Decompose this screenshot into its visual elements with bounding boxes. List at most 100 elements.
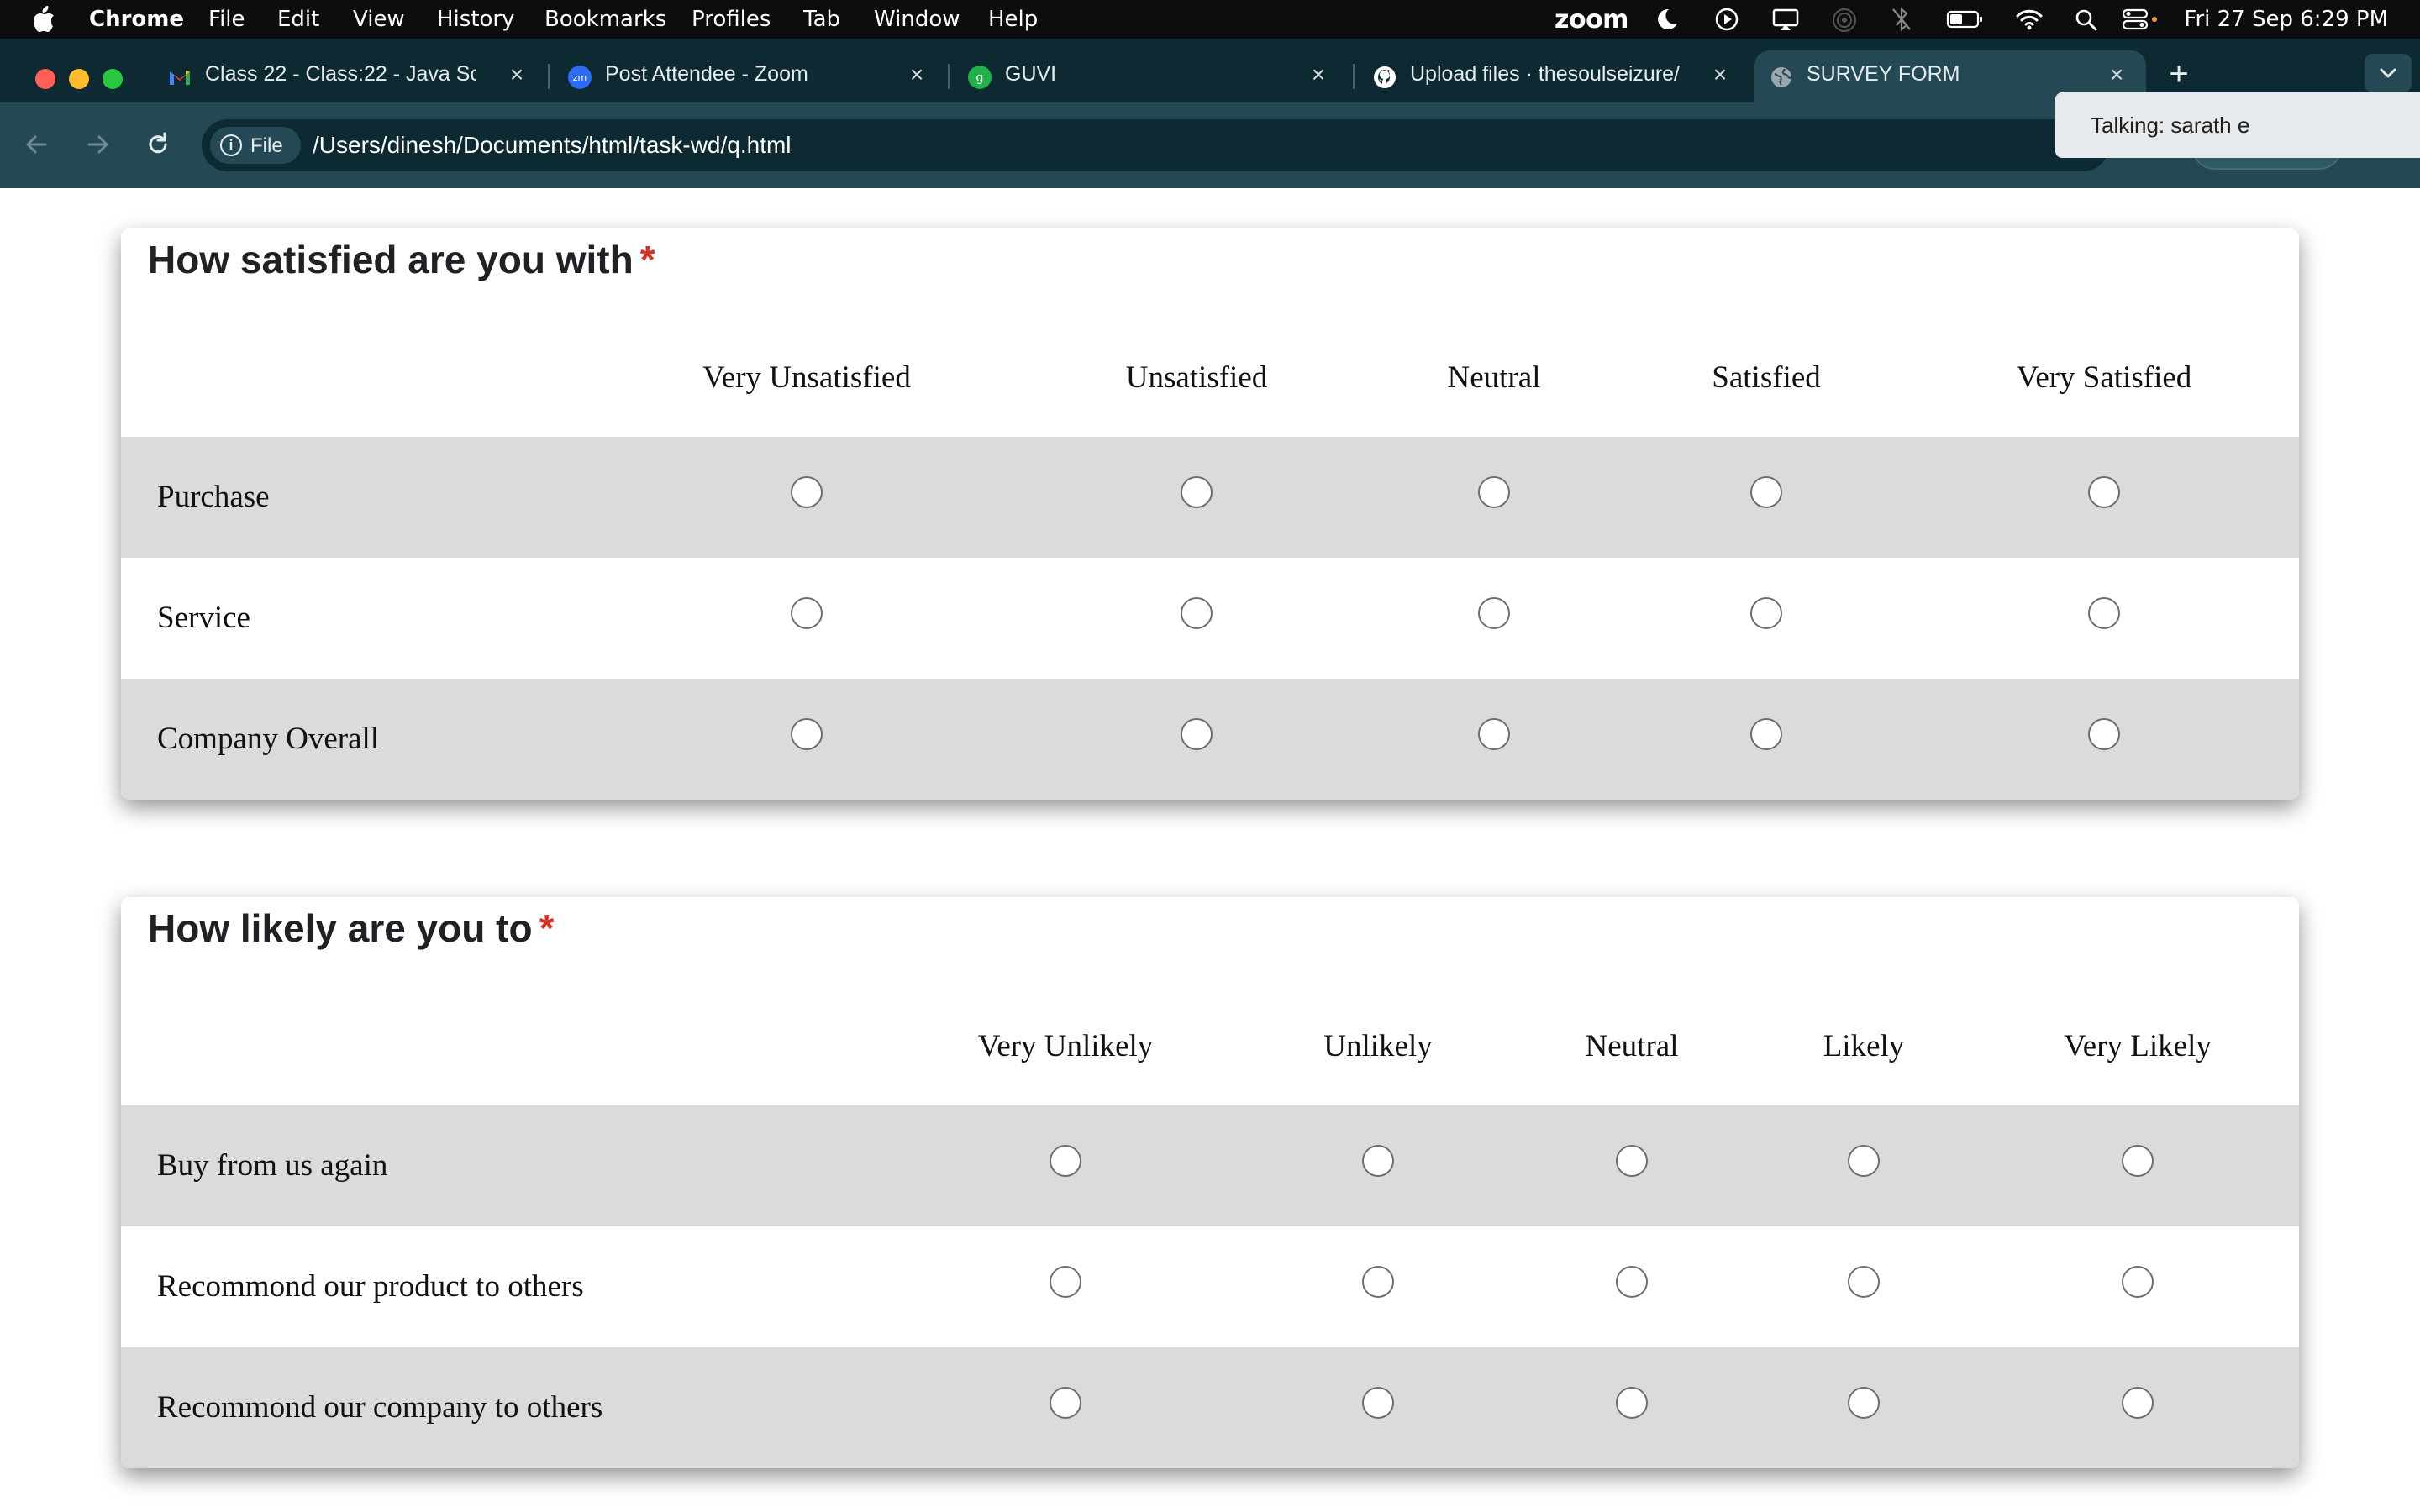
- play-circle-icon[interactable]: [1712, 7, 1741, 32]
- row-label: Buy from us again: [157, 1148, 388, 1183]
- menu-tab[interactable]: Tab: [803, 7, 840, 32]
- airdrop-icon[interactable]: [1830, 7, 1859, 32]
- control-center-icon[interactable]: [2121, 7, 2160, 32]
- tab-close-icon[interactable]: ×: [1709, 63, 1731, 87]
- radio-buy-again-neutral[interactable]: [1616, 1145, 1648, 1177]
- window-zoom-button[interactable]: [103, 69, 123, 89]
- tab-close-icon[interactable]: ×: [506, 63, 528, 87]
- menu-window[interactable]: Window: [874, 7, 960, 32]
- tab-close-icon[interactable]: ×: [1307, 63, 1329, 87]
- radio-company-overall-very-satisfied[interactable]: [2088, 718, 2120, 750]
- globe-icon: [1771, 67, 1791, 87]
- talking-label: Talking: sarath e: [2091, 113, 2250, 138]
- radio-service-satisfied[interactable]: [1750, 597, 1782, 629]
- tab-close-icon[interactable]: ×: [2106, 63, 2128, 87]
- radio-buy-again-unlikely[interactable]: [1362, 1145, 1394, 1177]
- tab-zoom-post-attendee[interactable]: zm Post Attendee - Zoom ×: [553, 50, 950, 102]
- tab-separator: [548, 64, 550, 89]
- likelihood-question-card: How likely are you to * Very Unlikely Unl…: [121, 897, 2299, 1468]
- back-arrow-icon[interactable]: [20, 128, 54, 161]
- spotlight-search-icon[interactable]: [2072, 7, 2101, 32]
- screen-mirroring-icon[interactable]: [1771, 7, 1800, 32]
- row-label: Service: [157, 601, 250, 635]
- radio-buy-again-likely[interactable]: [1848, 1145, 1880, 1177]
- radio-recommend-product-unlikely[interactable]: [1362, 1266, 1394, 1298]
- radio-company-overall-satisfied[interactable]: [1750, 718, 1782, 750]
- menu-history[interactable]: History: [437, 7, 515, 32]
- satisfaction-question-card: How satisfied are you with * Very Unsatis…: [121, 228, 2299, 800]
- radio-buy-again-very-likely[interactable]: [2122, 1145, 2154, 1177]
- column-header-very-satisfied: Very Satisfied: [2016, 360, 2192, 395]
- radio-company-overall-unsatisfied[interactable]: [1181, 718, 1213, 750]
- radio-purchase-unsatisfied[interactable]: [1181, 476, 1213, 508]
- forward-arrow-icon[interactable]: [81, 128, 114, 161]
- tab-close-icon[interactable]: ×: [906, 63, 928, 87]
- radio-service-unsatisfied[interactable]: [1181, 597, 1213, 629]
- menu-app-name[interactable]: Chrome: [89, 7, 184, 32]
- radio-purchase-very-satisfied[interactable]: [2088, 476, 2120, 508]
- radio-recommend-company-neutral[interactable]: [1616, 1387, 1648, 1419]
- tab-title: Upload files · thesoulseizure/: [1410, 62, 1680, 86]
- radio-buy-again-very-unlikely[interactable]: [1050, 1145, 1081, 1177]
- info-icon: i: [220, 134, 242, 156]
- wifi-icon[interactable]: [2015, 7, 2044, 32]
- radio-service-neutral[interactable]: [1478, 597, 1510, 629]
- radio-recommend-product-neutral[interactable]: [1616, 1266, 1648, 1298]
- menu-file[interactable]: File: [208, 7, 245, 32]
- column-header-unsatisfied: Unsatisfied: [1125, 360, 1268, 395]
- menu-bookmarks[interactable]: Bookmarks: [544, 7, 666, 32]
- row-label: Purchase: [157, 480, 270, 514]
- column-header-neutral: Neutral: [1585, 1029, 1679, 1063]
- radio-recommend-product-likely[interactable]: [1848, 1266, 1880, 1298]
- address-bar[interactable]: i File /Users/dinesh/Documents/html/task…: [202, 119, 2109, 171]
- radio-recommend-company-likely[interactable]: [1848, 1387, 1880, 1419]
- reload-icon[interactable]: [141, 128, 175, 161]
- menubar-clock[interactable]: Fri 27 Sep 6:29 PM: [2184, 7, 2388, 32]
- tab-title: Class 22 - Class:22 - Java Sc: [205, 62, 476, 86]
- radio-recommend-product-very-likely[interactable]: [2122, 1266, 2154, 1298]
- menu-edit[interactable]: Edit: [277, 7, 319, 32]
- radio-service-very-satisfied[interactable]: [2088, 597, 2120, 629]
- radio-purchase-neutral[interactable]: [1478, 476, 1510, 508]
- zoom-status-icon[interactable]: zoom: [1555, 5, 1628, 34]
- new-tab-button[interactable]: +: [2165, 57, 2193, 91]
- do-not-disturb-moon-icon[interactable]: [1652, 7, 1681, 32]
- menu-profiles[interactable]: Profiles: [692, 7, 771, 32]
- radio-company-overall-very-unsatisfied[interactable]: [791, 718, 823, 750]
- apple-icon[interactable]: [32, 5, 55, 34]
- tab-title: Post Attendee - Zoom: [605, 62, 808, 86]
- column-header-unlikely: Unlikely: [1323, 1029, 1433, 1063]
- battery-icon[interactable]: [1946, 7, 1985, 32]
- tab-github-upload[interactable]: Upload files · thesoulseizure/ ×: [1358, 50, 1753, 102]
- bluetooth-off-icon[interactable]: [1887, 7, 1916, 32]
- tab-search-button[interactable]: [2365, 54, 2412, 92]
- tab-guvi[interactable]: g GUVI ×: [953, 50, 1355, 102]
- url-text[interactable]: /Users/dinesh/Documents/html/task-wd/q.h…: [313, 132, 792, 159]
- row-label: Recommond our company to others: [157, 1390, 603, 1425]
- tab-title: SURVEY FORM: [1807, 62, 1960, 86]
- column-header-likely: Likely: [1823, 1029, 1905, 1063]
- question-text: How likely are you to: [148, 906, 533, 950]
- column-header-satisfied: Satisfied: [1712, 360, 1821, 395]
- required-asterisk: *: [639, 238, 655, 281]
- radio-recommend-product-very-unlikely[interactable]: [1050, 1266, 1081, 1298]
- site-info-chip[interactable]: i File: [210, 127, 301, 164]
- radio-recommend-company-unlikely[interactable]: [1362, 1387, 1394, 1419]
- github-icon: [1374, 66, 1396, 88]
- menu-help[interactable]: Help: [988, 7, 1038, 32]
- radio-service-very-unsatisfied[interactable]: [791, 597, 823, 629]
- matrix-row-company-overall: Company Overall: [121, 679, 2299, 800]
- menu-view[interactable]: View: [353, 7, 405, 32]
- tab-separator: [1353, 64, 1355, 89]
- matrix-row-recommend-product: Recommond our product to others: [121, 1226, 2299, 1347]
- window-minimize-button[interactable]: [69, 69, 89, 89]
- row-label: Recommond our product to others: [157, 1269, 584, 1304]
- radio-purchase-satisfied[interactable]: [1750, 476, 1782, 508]
- radio-recommend-company-very-unlikely[interactable]: [1050, 1387, 1081, 1419]
- window-close-button[interactable]: [35, 69, 55, 89]
- svg-text:g: g: [976, 71, 984, 85]
- tab-gmail-class-22[interactable]: Class 22 - Class:22 - Java Sc ×: [153, 50, 550, 102]
- radio-company-overall-neutral[interactable]: [1478, 718, 1510, 750]
- radio-purchase-very-unsatisfied[interactable]: [791, 476, 823, 508]
- radio-recommend-company-very-likely[interactable]: [2122, 1387, 2154, 1419]
